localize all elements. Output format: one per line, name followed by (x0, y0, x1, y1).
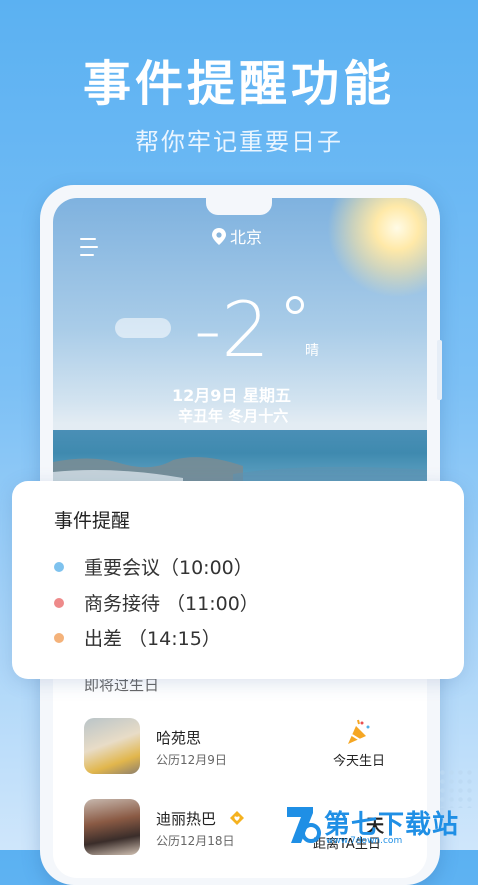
heart-badge-icon (230, 811, 244, 825)
event-item[interactable]: 商务接待 （11:00） (54, 589, 259, 616)
location[interactable]: 北京 (212, 224, 262, 248)
dots-decoration (438, 768, 474, 808)
event-card[interactable]: 事件提醒 重要会议（10:00） 商务接待 （11:00） 出差 （14:15） (12, 481, 464, 679)
birthday-name[interactable]: 哈苑思 (156, 727, 201, 748)
watermark-url: www.7down.com (326, 836, 403, 846)
phone-side-button (437, 340, 442, 400)
menu-icon[interactable] (80, 238, 100, 258)
event-dot (54, 632, 64, 643)
promo-title: 事件提醒功能 (82, 56, 395, 112)
event-item[interactable]: 出差 （14:15） (54, 624, 221, 651)
cloud (115, 318, 171, 338)
event-label: 商务接待 （11:00） (84, 593, 259, 615)
event-label: 重要会议（10:00） (84, 557, 253, 579)
event-card-title: 事件提醒 (54, 510, 131, 532)
birthday-date: 公历12月18日 (156, 834, 235, 848)
location-pin-icon (212, 227, 226, 245)
today-birthday-label: 今天生日 (333, 754, 386, 769)
degree-symbol (286, 296, 304, 314)
avatar[interactable] (84, 718, 140, 774)
temperature: -2 (194, 285, 270, 374)
lunar-date: 辛丑年 冬月十六 (178, 407, 289, 425)
event-item[interactable]: 重要会议（10:00） (54, 553, 253, 580)
party-popper-icon (348, 719, 370, 744)
event-dot (54, 597, 64, 608)
camera-notch (206, 188, 272, 215)
weather-condition: 晴 (305, 343, 319, 359)
event-label: 出差 （14:15） (84, 628, 221, 650)
promo-subtitle: 帮你牢记重要日子 (135, 128, 343, 156)
location-label: 北京 (230, 228, 263, 247)
date-weekday: 12月9日 星期五 (172, 386, 291, 405)
event-dot (54, 561, 64, 572)
birthday-date: 公历12月9日 (156, 753, 227, 767)
birthday-name[interactable]: 迪丽热巴 (156, 808, 216, 829)
avatar[interactable] (84, 799, 140, 855)
watermark-logo (287, 807, 321, 843)
